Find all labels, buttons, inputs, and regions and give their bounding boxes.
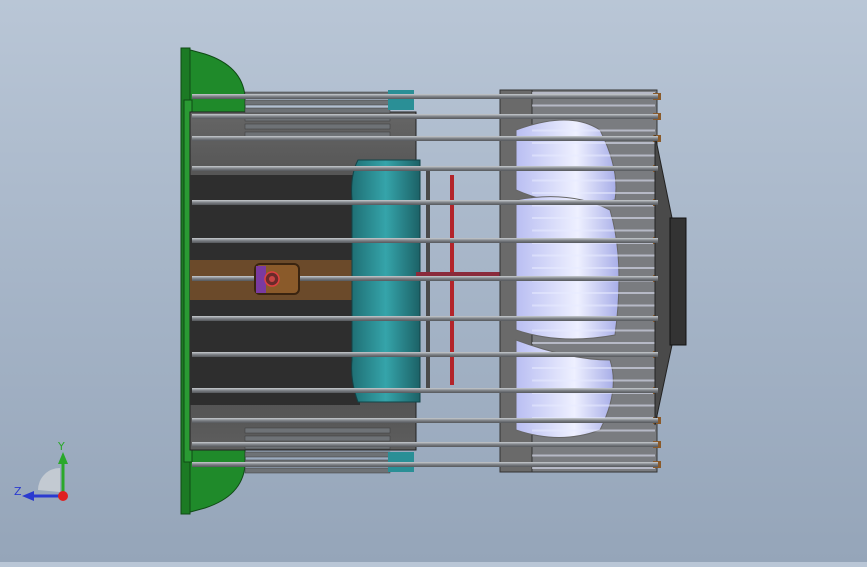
cad-viewport[interactable]: Y Z (0, 0, 867, 562)
cooling-fin (244, 427, 391, 434)
tie-rod (192, 442, 658, 447)
tie-rod (192, 238, 658, 243)
grill-slat (532, 217, 655, 219)
grill-slat (532, 467, 655, 469)
grill-slat (532, 329, 655, 332)
cooling-fin (244, 435, 391, 442)
z-axis-label: Z (14, 485, 22, 498)
cooling-fin (244, 107, 391, 114)
grill-slat (532, 267, 655, 269)
cooling-fin (244, 99, 391, 106)
cooling-fin (244, 467, 391, 474)
tie-rod (192, 388, 658, 393)
grill-slat (532, 342, 655, 344)
tie-rod (192, 166, 658, 171)
grill-slat (532, 292, 655, 294)
y-axis-label: Y (57, 440, 65, 453)
coordinate-triad-icon: Y Z (14, 440, 68, 501)
motor-assembly-model[interactable] (0, 0, 867, 562)
grill-slat (532, 142, 655, 144)
cooling-fin (244, 123, 391, 130)
coordinate-triad: Y Z (14, 440, 74, 510)
tie-rod (192, 352, 658, 357)
tie-rod (192, 114, 658, 119)
grill-slat (532, 154, 655, 157)
tie-rod (192, 136, 658, 141)
grill-slat (532, 104, 655, 107)
grill-slat (532, 379, 655, 382)
tie-rod (192, 94, 658, 99)
grill-slat (532, 304, 655, 307)
grill-slat (532, 92, 655, 94)
grill-slat (532, 367, 655, 369)
tie-rod (192, 418, 658, 423)
tie-rod (192, 200, 658, 205)
tie-rod (192, 316, 658, 321)
grill-slat (532, 404, 655, 407)
grill-slat (532, 129, 655, 132)
grill-slat (532, 179, 655, 182)
fan-hub (654, 134, 687, 426)
grill-slat (532, 254, 655, 257)
cooling-fin (244, 451, 391, 458)
tie-rod (192, 462, 658, 467)
terminal-box[interactable] (254, 263, 300, 295)
grill-slat (532, 454, 655, 457)
grill-slat (532, 429, 655, 432)
grill-slat (532, 192, 655, 194)
grill-slat (532, 229, 655, 232)
